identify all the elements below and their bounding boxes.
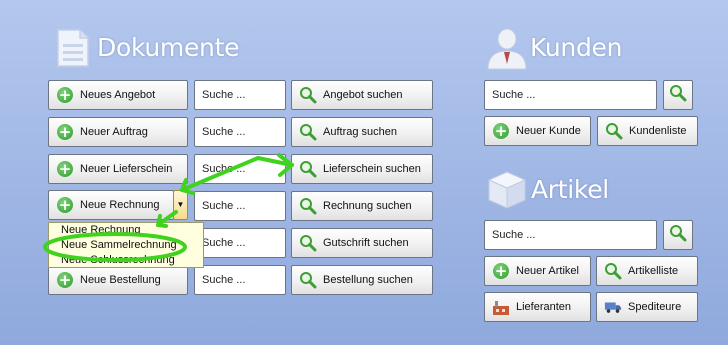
new-order-button[interactable]: + Neuer Auftrag bbox=[48, 117, 188, 147]
plus-icon: + bbox=[57, 271, 73, 289]
plus-icon: + bbox=[57, 123, 73, 141]
new-delivery-note-button[interactable]: + Neuer Lieferschein bbox=[48, 154, 188, 184]
article-list-label: Artikelliste bbox=[628, 265, 679, 277]
suppliers-label: Lieferanten bbox=[516, 301, 572, 313]
new-article-label: Neuer Artikel bbox=[516, 265, 579, 277]
order-search-label: Auftrag suchen bbox=[323, 126, 397, 138]
magnifier-icon bbox=[299, 160, 317, 178]
carriers-label: Spediteure bbox=[628, 301, 682, 313]
menu-item-new-final-invoice[interactable]: Neue Schlussrechnung bbox=[61, 254, 175, 266]
invoice-dropdown-toggle[interactable]: ▼ bbox=[173, 190, 188, 220]
article-search-button[interactable] bbox=[663, 220, 693, 250]
magnifier-icon bbox=[605, 122, 623, 140]
magnifier-icon bbox=[299, 197, 317, 215]
customer-list-button[interactable]: Kundenliste bbox=[597, 116, 698, 146]
magnifier-icon bbox=[669, 224, 687, 247]
new-invoice-label: Neue Rechnung bbox=[80, 199, 160, 211]
invoice-dropdown-menu: Neue Rechnung Neue Sammelrechnung Neue S… bbox=[48, 222, 204, 268]
delivery-note-search-button[interactable]: Lieferschein suchen bbox=[291, 154, 433, 184]
credit-note-search-placeholder: Suche ... bbox=[202, 237, 246, 249]
plus-icon: + bbox=[57, 196, 73, 214]
chevron-down-icon: ▼ bbox=[176, 200, 185, 209]
menu-item-new-collective-invoice[interactable]: Neue Sammelrechnung bbox=[61, 239, 177, 251]
offer-search-input[interactable]: Suche ... bbox=[194, 80, 286, 110]
offer-search-button[interactable]: Angebot suchen bbox=[291, 80, 433, 110]
magnifier-icon bbox=[299, 271, 317, 289]
offer-search-label: Angebot suchen bbox=[323, 89, 403, 101]
new-customer-label: Neuer Kunde bbox=[516, 125, 581, 137]
new-offer-label: Neues Angebot bbox=[80, 89, 156, 101]
delivery-note-search-label: Lieferschein suchen bbox=[323, 163, 421, 175]
purchase-order-search-label: Bestellung suchen bbox=[323, 274, 413, 286]
customer-search-input[interactable]: Suche ... bbox=[484, 80, 657, 110]
delivery-note-search-placeholder: Suche ... bbox=[202, 163, 246, 175]
suppliers-button[interactable]: Lieferanten bbox=[484, 292, 591, 322]
purchase-order-search-input[interactable]: Suche ... bbox=[194, 265, 286, 295]
customer-search-placeholder: Suche ... bbox=[492, 89, 536, 101]
credit-note-search-input[interactable]: Suche ... bbox=[194, 228, 286, 258]
invoice-search-placeholder: Suche ... bbox=[202, 200, 246, 212]
magnifier-icon bbox=[604, 262, 622, 280]
delivery-note-search-input[interactable]: Suche ... bbox=[194, 154, 286, 184]
plus-icon: + bbox=[493, 122, 509, 140]
magnifier-icon bbox=[299, 123, 317, 141]
invoice-search-button[interactable]: Rechnung suchen bbox=[291, 191, 433, 221]
customer-list-label: Kundenliste bbox=[629, 125, 687, 137]
factory-icon bbox=[492, 298, 510, 316]
new-purchase-order-label: Neue Bestellung bbox=[80, 274, 161, 286]
plus-icon: + bbox=[57, 86, 73, 104]
kunden-heading: Kunden bbox=[530, 33, 623, 62]
article-list-button[interactable]: Artikelliste bbox=[596, 256, 698, 286]
truck-icon bbox=[604, 298, 622, 316]
order-search-button[interactable]: Auftrag suchen bbox=[291, 117, 433, 147]
magnifier-icon bbox=[669, 84, 687, 107]
credit-note-search-label: Gutschrift suchen bbox=[323, 237, 409, 249]
new-delivery-note-label: Neuer Lieferschein bbox=[80, 163, 173, 175]
plus-icon: + bbox=[493, 262, 509, 280]
new-offer-button[interactable]: + Neues Angebot bbox=[48, 80, 188, 110]
article-search-placeholder: Suche ... bbox=[492, 229, 536, 241]
new-customer-button[interactable]: + Neuer Kunde bbox=[484, 116, 591, 146]
customer-icon bbox=[486, 26, 528, 75]
customer-search-button[interactable] bbox=[663, 80, 693, 110]
magnifier-icon bbox=[299, 86, 317, 104]
carriers-button[interactable]: Spediteure bbox=[596, 292, 698, 322]
invoice-search-input[interactable]: Suche ... bbox=[194, 191, 286, 221]
menu-item-new-invoice[interactable]: Neue Rechnung bbox=[61, 224, 141, 236]
new-purchase-order-button[interactable]: + Neue Bestellung bbox=[48, 265, 188, 295]
offer-search-placeholder: Suche ... bbox=[202, 89, 246, 101]
dokumente-heading: Dokumente bbox=[97, 33, 240, 62]
artikel-heading: Artikel bbox=[531, 175, 609, 204]
order-search-placeholder: Suche ... bbox=[202, 126, 246, 138]
purchase-order-search-button[interactable]: Bestellung suchen bbox=[291, 265, 433, 295]
order-search-input[interactable]: Suche ... bbox=[194, 117, 286, 147]
purchase-order-search-placeholder: Suche ... bbox=[202, 274, 246, 286]
new-invoice-button[interactable]: + Neue Rechnung bbox=[48, 190, 174, 220]
credit-note-search-button[interactable]: Gutschrift suchen bbox=[291, 228, 433, 258]
invoice-search-label: Rechnung suchen bbox=[323, 200, 412, 212]
document-icon bbox=[56, 28, 90, 73]
new-order-label: Neuer Auftrag bbox=[80, 126, 148, 138]
article-search-input[interactable]: Suche ... bbox=[484, 220, 657, 250]
magnifier-icon bbox=[299, 234, 317, 252]
box-icon bbox=[486, 170, 528, 215]
new-article-button[interactable]: + Neuer Artikel bbox=[484, 256, 591, 286]
plus-icon: + bbox=[57, 160, 73, 178]
